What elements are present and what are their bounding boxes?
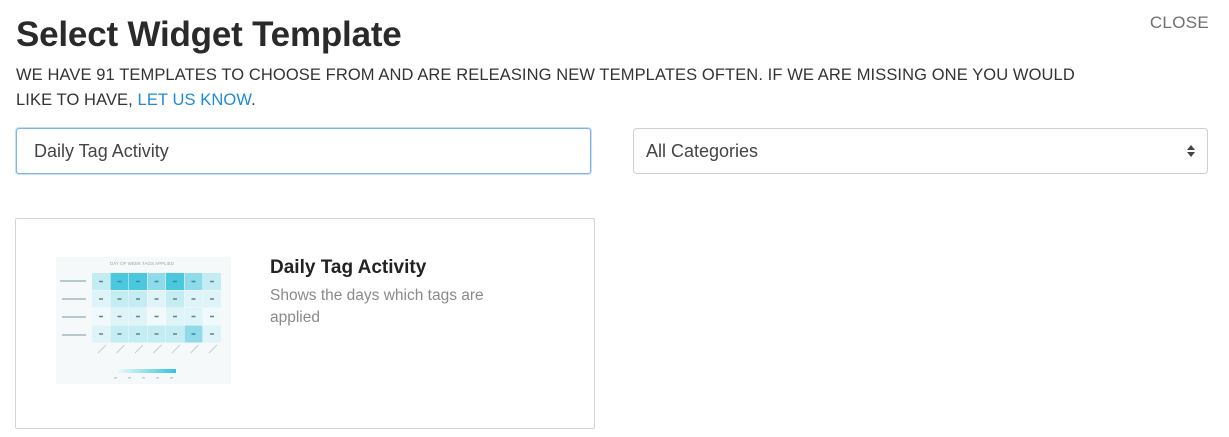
template-description: WE HAVE 91 TEMPLATES TO CHOOSE FROM AND … xyxy=(16,63,1096,113)
close-button[interactable]: CLOSE xyxy=(1150,13,1209,33)
svg-text:DAY OF WEEK TAGS APPLIED: DAY OF WEEK TAGS APPLIED xyxy=(110,261,175,266)
search-input[interactable] xyxy=(16,128,591,174)
let-us-know-link[interactable]: LET US KNOW xyxy=(138,91,252,109)
category-select[interactable]: All Categories xyxy=(633,128,1208,174)
template-thumbnail: DAY OF WEEK TAGS APPLIED xyxy=(56,257,231,384)
description-period: . xyxy=(251,91,256,109)
select-arrows-icon xyxy=(1187,145,1195,157)
template-card[interactable]: DAY OF WEEK TAGS APPLIED Daily Tag Activ… xyxy=(15,218,595,429)
heatmap-thumbnail-icon: DAY OF WEEK TAGS APPLIED xyxy=(56,257,231,384)
template-title: Daily Tag Activity xyxy=(270,257,427,278)
page-title: Select Widget Template xyxy=(16,15,402,54)
category-select-value: All Categories xyxy=(646,140,759,161)
template-summary: Shows the days which tags are applied xyxy=(270,287,484,326)
